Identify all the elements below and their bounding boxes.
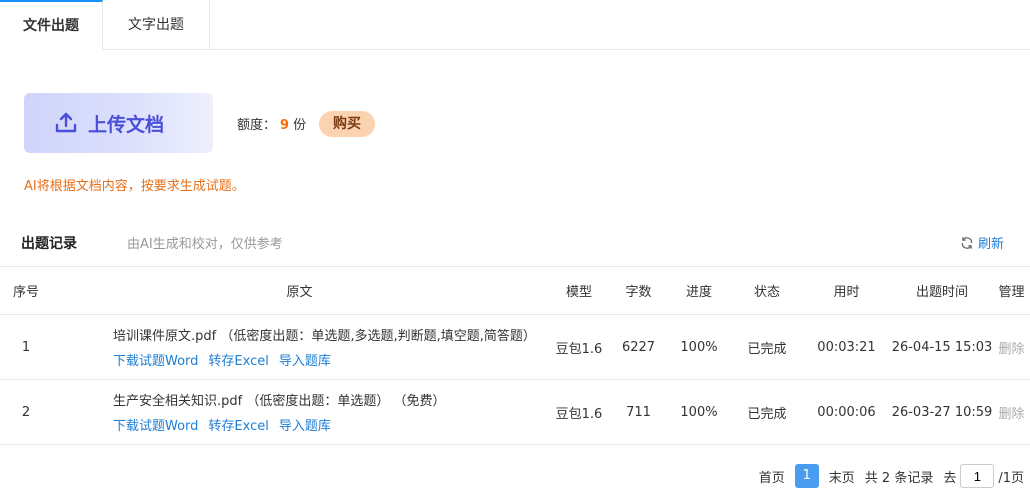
- records-title: 出题记录: [21, 236, 77, 252]
- row-model: 豆包1.6: [547, 379, 611, 445]
- source-filename: 生产安全相关知识.pdf （低密度出题：单选题） （免费）: [113, 394, 446, 409]
- row-time: 26-03-27 10:59: [891, 379, 993, 445]
- page-count: /1页: [998, 470, 1024, 486]
- goto-page-input[interactable]: [960, 464, 995, 488]
- first-page-link[interactable]: 首页: [759, 467, 785, 486]
- row-duration: 00:03:21: [802, 314, 891, 380]
- delete-button[interactable]: 删除: [993, 379, 1030, 445]
- tab-bar: 文件出题 文字出题: [0, 0, 1030, 51]
- ai-hint: AI将根据文档内容，按要求生成试题。: [24, 179, 245, 194]
- header-source: 原文: [52, 266, 547, 315]
- header-duration: 用时: [802, 266, 891, 315]
- row-source: 培训课件原文.pdf （低密度出题：单选题,多选题,判断题,填空题,简答题） 下…: [52, 314, 547, 380]
- row-status: 已完成: [732, 314, 802, 380]
- upload-icon: [55, 112, 77, 133]
- row-status: 已完成: [732, 379, 802, 445]
- row-source: 生产安全相关知识.pdf （低密度出题：单选题） （免费） 下载试题Word 转存…: [52, 379, 547, 445]
- quota-prefix: 额度：: [237, 118, 277, 133]
- tab-text-question[interactable]: 文字出题: [103, 0, 210, 50]
- download-word-link[interactable]: 下载试题Word: [113, 419, 198, 434]
- table-row: 2 生产安全相关知识.pdf （低密度出题：单选题） （免费） 下载试题Word…: [0, 379, 1030, 445]
- row-model: 豆包1.6: [547, 314, 611, 380]
- table-header-row: 序号 原文 模型 字数 进度 状态 用时 出题时间 管理: [0, 266, 1030, 315]
- quota-unit: 份: [293, 118, 307, 133]
- header-words: 字数: [611, 266, 666, 315]
- row-progress: 100%: [666, 314, 732, 380]
- table-row: 1 培训课件原文.pdf （低密度出题：单选题,多选题,判断题,填空题,简答题）…: [0, 314, 1030, 380]
- download-word-link[interactable]: 下载试题Word: [113, 354, 198, 369]
- quota-value: 9: [280, 118, 290, 133]
- import-bank-link[interactable]: 导入题库: [279, 419, 331, 434]
- header-actions: 管理: [993, 266, 1030, 315]
- goto-prefix: 去: [943, 470, 957, 486]
- row-duration: 00:00:06: [802, 379, 891, 445]
- source-filename: 培训课件原文.pdf （低密度出题：单选题,多选题,判断题,填空题,简答题）: [113, 329, 536, 344]
- delete-button[interactable]: 删除: [993, 314, 1030, 380]
- import-bank-link[interactable]: 导入题库: [279, 354, 331, 369]
- header-time: 出题时间: [891, 266, 993, 315]
- total-records: 共 2 条记录: [864, 470, 934, 486]
- header-model: 模型: [547, 266, 611, 315]
- refresh-button[interactable]: 刷新: [960, 233, 1004, 252]
- row-index: 1: [0, 314, 52, 380]
- export-excel-link[interactable]: 转存Excel: [208, 419, 268, 434]
- header-index: 序号: [0, 266, 52, 315]
- quota: 额度： 9 份: [237, 114, 306, 133]
- row-progress: 100%: [666, 379, 732, 445]
- tab-file-question[interactable]: 文件出题: [0, 0, 103, 51]
- upload-document-button[interactable]: 上传文档: [24, 93, 213, 153]
- records-subtitle: 由AI生成和校对，仅供参考: [127, 237, 283, 252]
- row-index: 2: [0, 379, 52, 445]
- header-status: 状态: [732, 266, 802, 315]
- refresh-icon: [961, 236, 973, 249]
- row-time: 26-04-15 15:03: [891, 314, 993, 380]
- refresh-label: 刷新: [977, 237, 1004, 252]
- pagination: 首页 1 末页 共 2 条记录 去 /1页: [759, 464, 1024, 488]
- export-excel-link[interactable]: 转存Excel: [208, 354, 268, 369]
- current-page[interactable]: 1: [794, 464, 819, 488]
- records-table: 序号 原文 模型 字数 进度 状态 用时 出题时间 管理 1 培训课件原文.pd…: [0, 266, 1030, 445]
- upload-label: 上传文档: [88, 113, 165, 136]
- header-progress: 进度: [666, 266, 732, 315]
- row-words: 6227: [611, 314, 666, 380]
- buy-button[interactable]: 购买: [319, 111, 375, 137]
- row-words: 711: [611, 379, 666, 445]
- last-page-link[interactable]: 末页: [829, 467, 855, 486]
